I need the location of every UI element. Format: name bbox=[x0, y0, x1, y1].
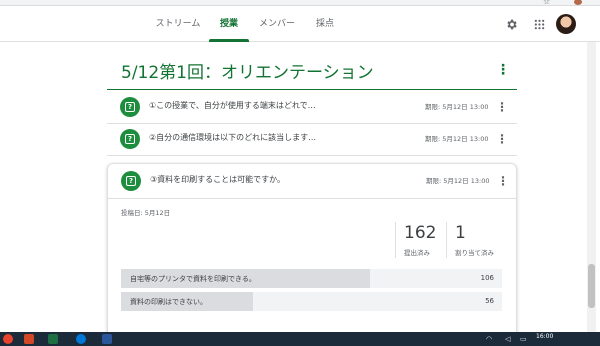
answer-option-bar[interactable]: 自宅等のプリンタで資料を印刷できる。 106 bbox=[121, 269, 502, 288]
assignment-title: ①この授業で、自分が使用する端末はどれで… bbox=[149, 101, 316, 110]
stat-divider bbox=[395, 222, 396, 258]
question-icon: ? bbox=[121, 171, 141, 191]
word-taskbar-icon[interactable] bbox=[102, 334, 112, 344]
assignment-row[interactable]: ? ②自分の通信環境は以下のどれに該当します… 期限: 5月12日 13:00 … bbox=[107, 122, 517, 156]
more-options-icon[interactable]: ⋮ bbox=[497, 173, 509, 189]
assignment-due: 期限: 5月12日 13:00 bbox=[426, 177, 490, 185]
assignment-title: ②自分の通信環境は以下のどれに該当します… bbox=[149, 133, 317, 142]
assigned-label: 割り当て済み bbox=[455, 249, 494, 257]
tab-grades[interactable]: 採点 bbox=[310, 6, 340, 42]
answer-option-label: 資料の印刷はできない。 bbox=[130, 298, 207, 306]
scrollbar-thumb[interactable] bbox=[588, 264, 595, 308]
assigned-count[interactable]: 1 bbox=[455, 223, 466, 243]
os-taskbar: ◠ ◁ ▭ 16:00 bbox=[0, 332, 600, 346]
powerpoint-taskbar-icon[interactable] bbox=[24, 334, 34, 344]
browser-profile-avatar[interactable] bbox=[574, 0, 582, 5]
gear-icon[interactable] bbox=[502, 15, 520, 33]
edge-taskbar-icon[interactable] bbox=[76, 334, 86, 344]
answer-option-count: 56 bbox=[485, 297, 494, 305]
apps-grid-icon[interactable] bbox=[530, 15, 548, 33]
turned-in-label: 提出済み bbox=[404, 249, 430, 257]
more-options-icon[interactable]: ⋮ bbox=[496, 131, 508, 147]
assignment-row[interactable]: ? ①この授業で、自分が使用する端末はどれで… 期限: 5月12日 13:00 … bbox=[107, 90, 517, 124]
more-options-icon[interactable]: ⋮ bbox=[496, 99, 508, 115]
assignment-due: 期限: 5月12日 13:00 bbox=[425, 103, 489, 111]
question-icon: ? bbox=[120, 97, 140, 117]
stat-divider bbox=[446, 222, 447, 258]
answer-option-label: 自宅等のプリンタで資料を印刷できる。 bbox=[130, 275, 256, 283]
topic-more-options-icon[interactable]: ⋮ bbox=[496, 62, 510, 78]
network-icon[interactable]: ◠ bbox=[486, 335, 492, 343]
battery-icon[interactable]: ▭ bbox=[520, 335, 527, 343]
assignment-due: 期限: 5月12日 13:00 bbox=[425, 135, 489, 143]
volume-icon[interactable]: ◁ bbox=[505, 335, 510, 343]
taskbar-clock[interactable]: 16:00 bbox=[536, 333, 553, 340]
answer-option-bar[interactable]: 資料の印刷はできない。 56 bbox=[121, 292, 502, 311]
chrome-taskbar-icon[interactable] bbox=[3, 334, 13, 344]
classroom-header: ストリーム 授業 メンバー 採点 bbox=[0, 6, 600, 42]
topic-title: 5/12第1回：オリエンテーション bbox=[121, 63, 374, 83]
question-icon: ? bbox=[120, 129, 140, 149]
answer-option-count: 106 bbox=[480, 274, 494, 282]
card-divider bbox=[108, 198, 516, 199]
assignment-title[interactable]: ③資料を印刷することは可能ですか。 bbox=[150, 174, 285, 185]
excel-taskbar-icon[interactable] bbox=[48, 334, 58, 344]
tab-stream[interactable]: ストリーム bbox=[150, 6, 206, 42]
tab-people[interactable]: メンバー bbox=[253, 6, 301, 42]
posted-date: 投稿日: 5月12日 bbox=[121, 209, 171, 217]
tab-classwork[interactable]: 授業 bbox=[209, 6, 249, 42]
page-scrollbar[interactable] bbox=[587, 42, 596, 332]
avatar[interactable] bbox=[556, 14, 576, 34]
turned-in-count[interactable]: 162 bbox=[404, 223, 436, 243]
expanded-assignment-card: ? ③資料を印刷することは可能ですか。 期限: 5月12日 13:00 ⋮ 投稿… bbox=[107, 163, 517, 346]
